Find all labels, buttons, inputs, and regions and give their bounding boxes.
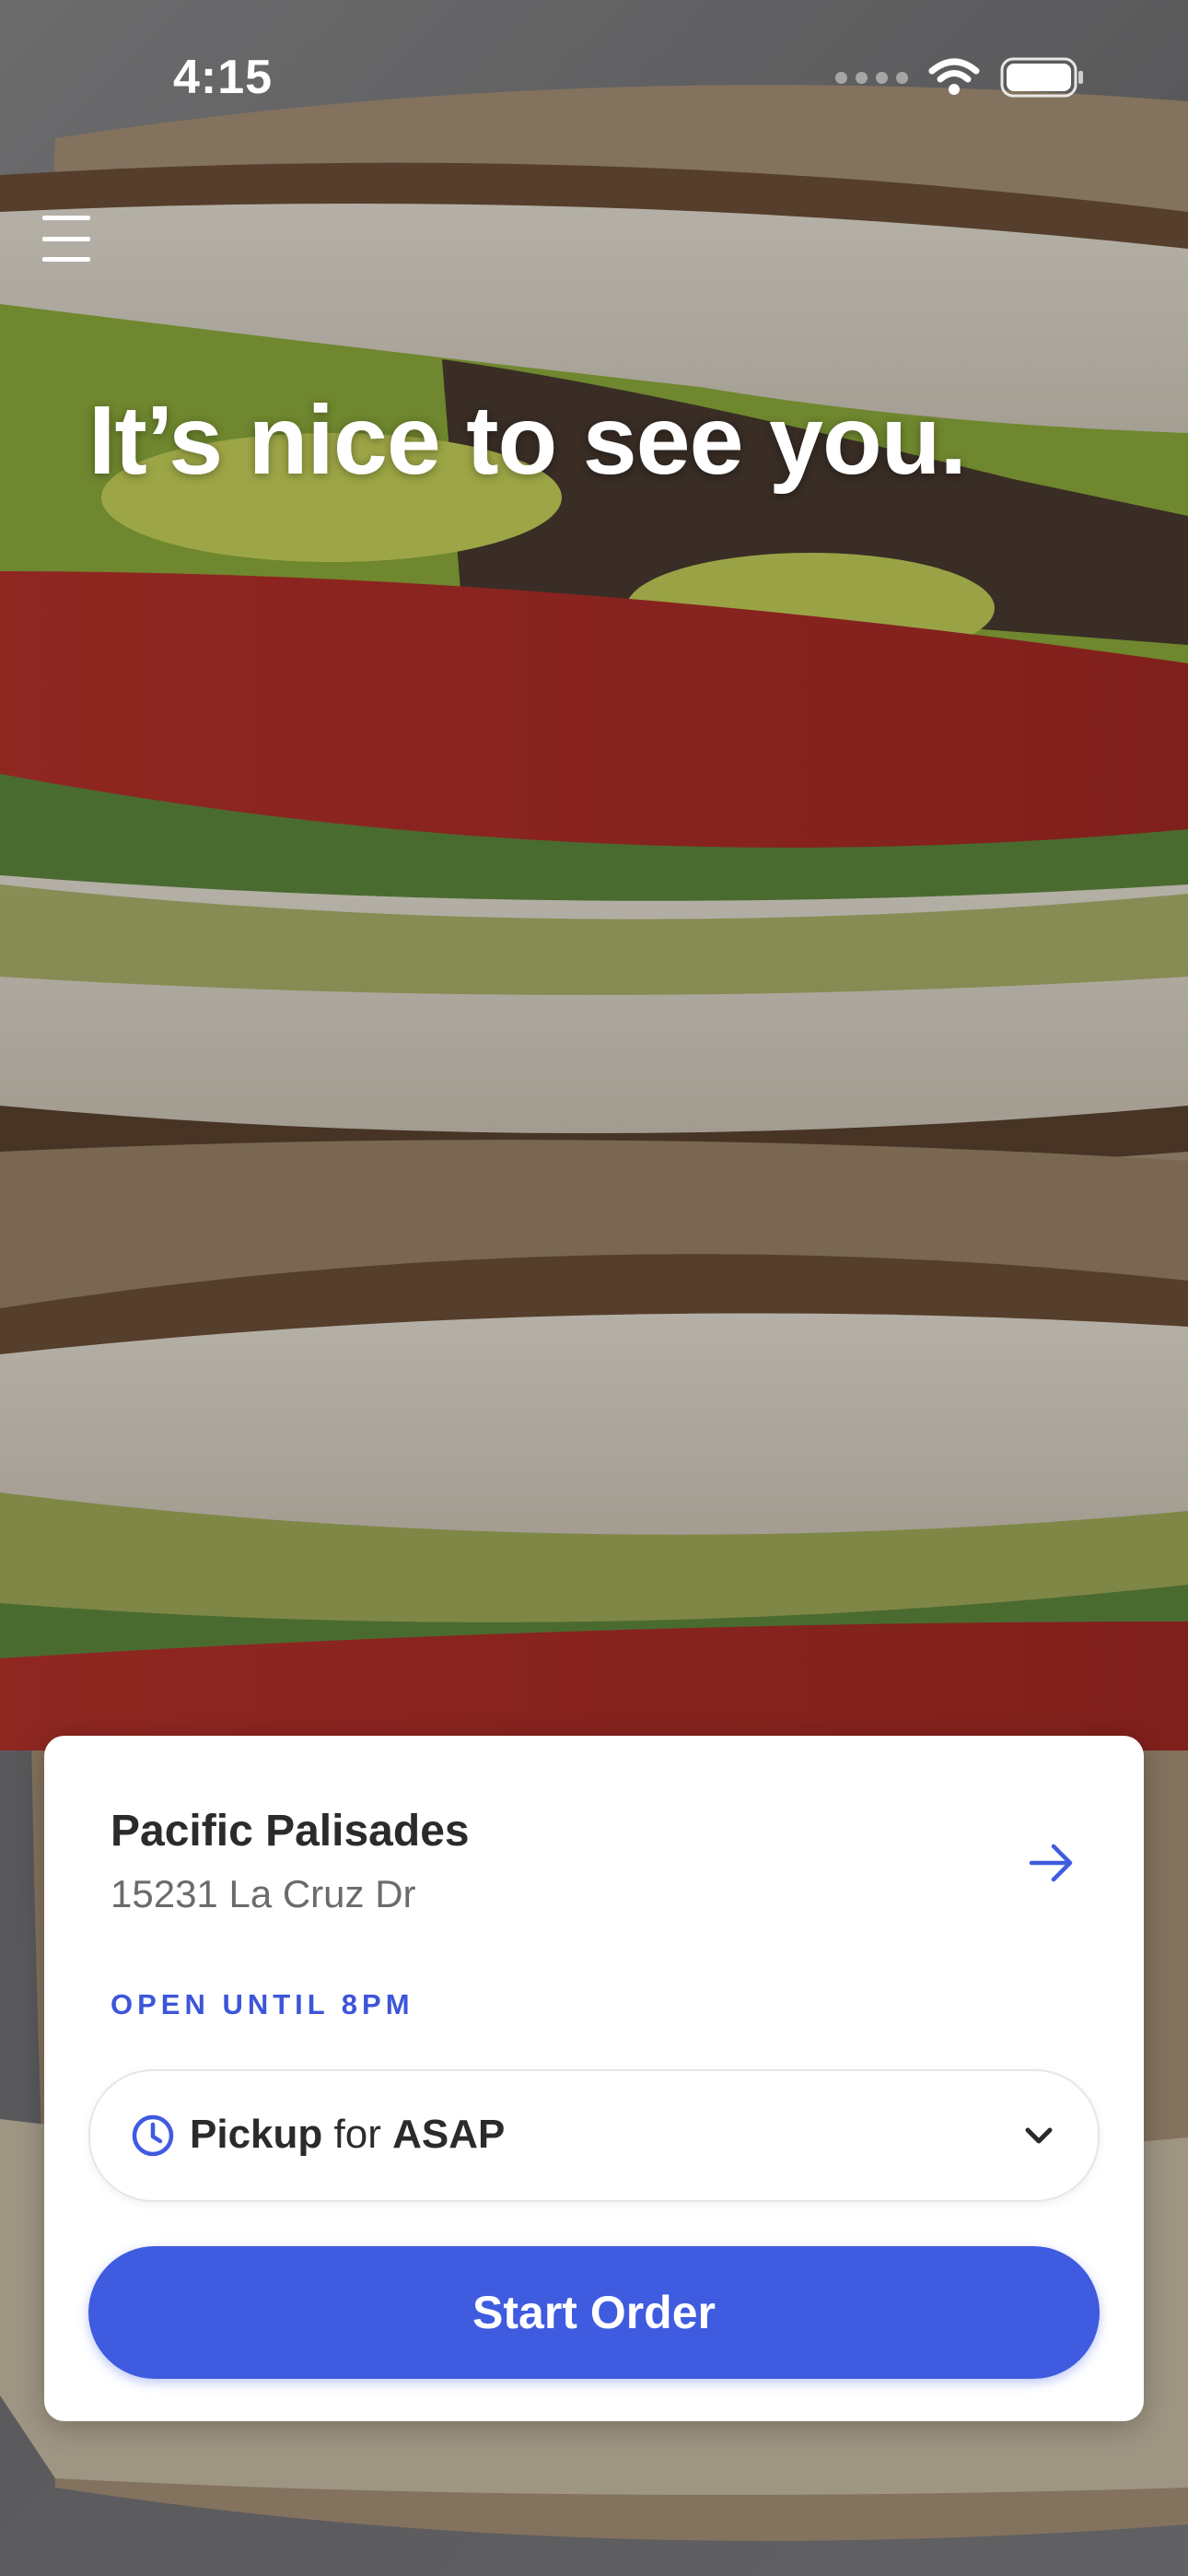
battery-icon <box>1000 57 1083 98</box>
hamburger-menu-icon[interactable] <box>42 216 90 262</box>
cellular-signal-icon <box>835 71 908 84</box>
order-time: ASAP <box>392 2112 506 2157</box>
start-order-button[interactable]: Start Order <box>88 2246 1100 2379</box>
menu-line <box>42 257 90 262</box>
pickup-summary: Pickup for ASAP <box>190 2112 505 2158</box>
app-screen: 4:15 It’s nice to see you. Pacific Palis… <box>0 0 1188 2576</box>
wifi-icon <box>928 58 980 95</box>
location-name: Pacific Palisades <box>111 1807 470 1856</box>
clock-icon <box>132 2114 174 2157</box>
status-icons <box>835 57 1085 98</box>
location-card: Pacific Palisades 15231 La Cruz Dr OPEN … <box>44 1736 1144 2421</box>
arrow-right-icon[interactable] <box>1026 1837 1077 1889</box>
status-time: 4:15 <box>173 51 274 104</box>
menu-line <box>42 216 90 220</box>
hours-status: OPEN UNTIL 8PM <box>111 1988 414 2020</box>
chevron-down-icon <box>1025 2127 1053 2144</box>
order-mode: Pickup <box>190 2112 323 2157</box>
location-address: 15231 La Cruz Dr <box>111 1872 416 1915</box>
menu-line <box>42 236 90 241</box>
pickup-time-selector[interactable]: Pickup for ASAP <box>88 2069 1100 2202</box>
order-mode-connector: for <box>333 2112 381 2157</box>
greeting-title: It’s nice to see you. <box>88 386 967 495</box>
